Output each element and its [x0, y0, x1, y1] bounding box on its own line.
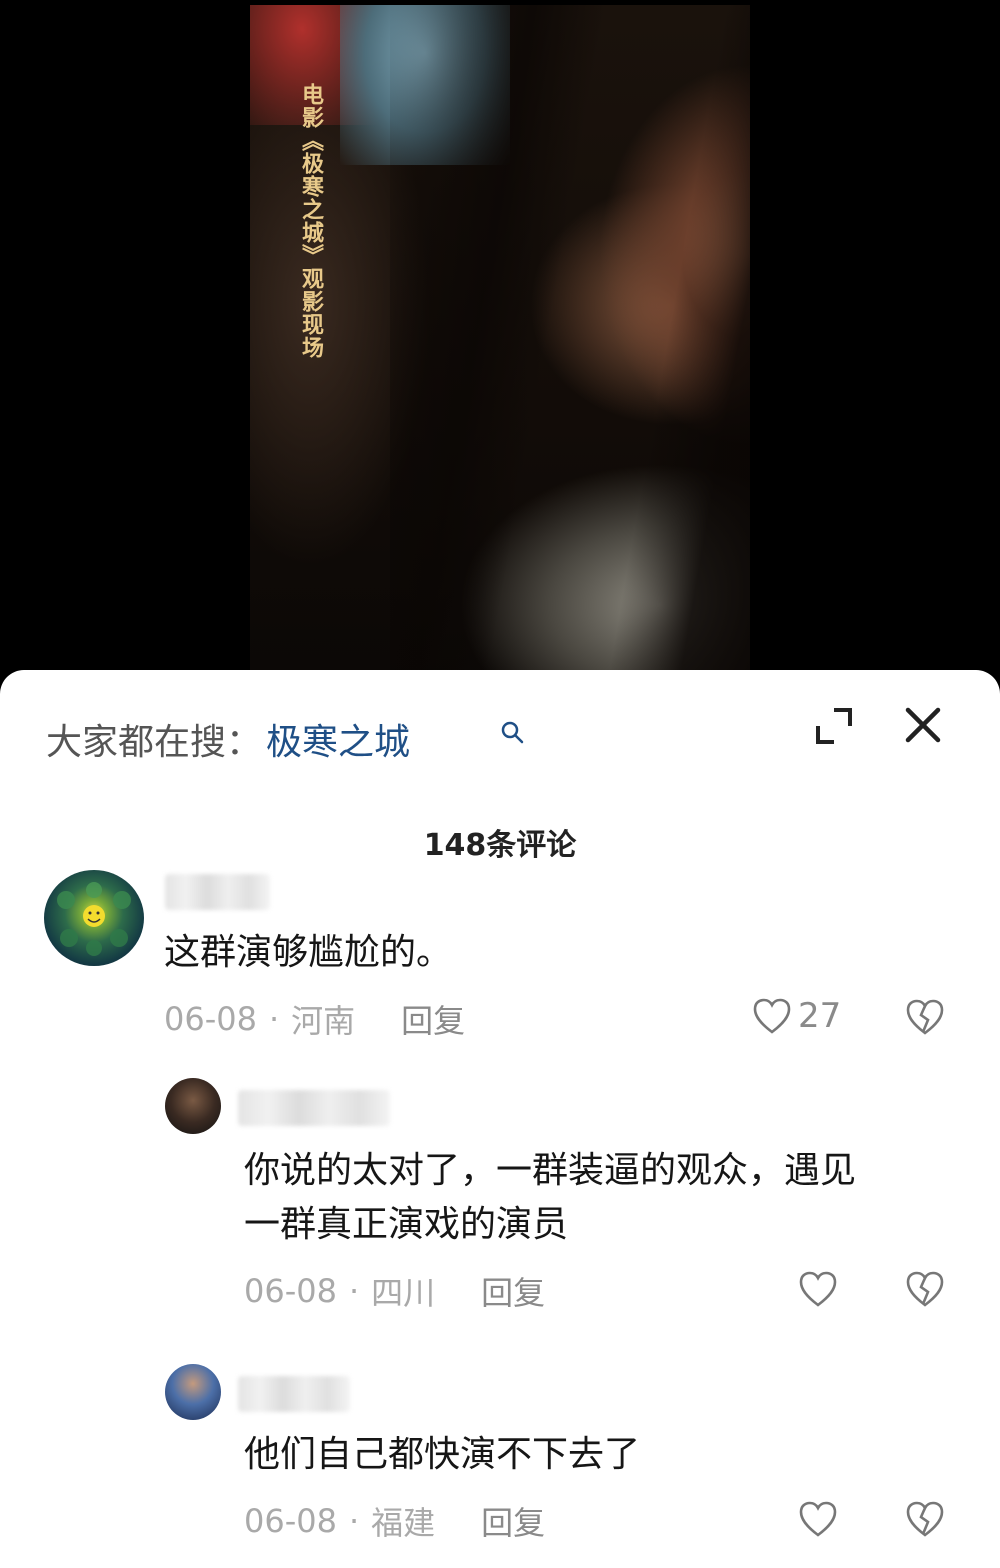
heart-icon [753, 998, 791, 1034]
video-shading [390, 5, 750, 690]
like-button[interactable]: 27 [752, 996, 841, 1036]
comment-date: 06-08 [164, 1000, 257, 1038]
comment-text: 这群演够尴尬的。 [164, 932, 453, 973]
like-button[interactable] [798, 1270, 838, 1308]
comment-count: 148条评论 [423, 828, 577, 863]
broken-heart-icon[interactable] [905, 1270, 945, 1308]
comment-location: 福建 [371, 1504, 436, 1542]
comment-date: 06-08 [244, 1502, 337, 1540]
reply-button[interactable]: 回复 [401, 996, 465, 1042]
video-frame[interactable]: 电影《极寒之城》观影现场 [250, 5, 750, 690]
comment-text: 他们自己都快演不下去了 [244, 1434, 641, 1475]
comment-meta: 06-08 · 福建 回复 [244, 1498, 545, 1544]
comment-meta: 06-08 · 四川 回复 [244, 1268, 545, 1314]
comment-sheet: 大家都在搜： 极寒之城 148条评论 这群演够尴尬的。 06-08 · 河南 回… [0, 670, 1000, 1568]
meta-separator: · [348, 1272, 360, 1310]
comment-text-line2: 一群真正演戏的演员 [244, 1204, 569, 1245]
comment-location: 四川 [371, 1274, 436, 1312]
heart-icon [799, 1271, 837, 1307]
reply-item: 他们自己都快演不下去了 06-08 · 福建 回复 [0, 1364, 1000, 1564]
comment-location: 河南 [291, 1002, 356, 1040]
comment-date: 06-08 [244, 1272, 337, 1310]
comment-text-line1: 你说的太对了，一群装逼的观众，遇见 [244, 1150, 857, 1191]
reply-item: 你说的太对了，一群装逼的观众，遇见 一群真正演戏的演员 06-08 · 四川 回… [0, 1078, 1000, 1318]
broken-heart-icon[interactable] [905, 1500, 945, 1538]
search-icon[interactable] [500, 720, 526, 746]
comment-item: 这群演够尴尬的。 06-08 · 河南 回复 27 [0, 870, 1000, 1050]
smiley-icon [57, 882, 131, 956]
comment-meta: 06-08 · 河南 回复 [164, 996, 465, 1042]
avatar[interactable] [165, 1364, 221, 1420]
reply-button[interactable]: 回复 [481, 1268, 545, 1314]
video-caption: 电影《极寒之城》观影现场 [298, 83, 323, 359]
like-count: 27 [798, 996, 842, 1036]
username[interactable] [165, 874, 270, 910]
like-button[interactable] [798, 1500, 838, 1538]
trending-search[interactable]: 大家都在搜： 极寒之城 [46, 713, 524, 765]
trending-search-prefix: 大家都在搜： [46, 722, 263, 763]
video-player[interactable]: 电影《极寒之城》观影现场 [0, 0, 1000, 690]
meta-separator: · [268, 1000, 280, 1038]
avatar[interactable] [44, 870, 144, 966]
username[interactable] [238, 1376, 350, 1412]
heart-icon [799, 1501, 837, 1537]
broken-heart-icon[interactable] [905, 998, 945, 1036]
avatar[interactable] [165, 1078, 221, 1134]
trending-search-term[interactable]: 极寒之城 [266, 713, 410, 765]
meta-separator: · [348, 1502, 360, 1540]
username[interactable] [238, 1090, 390, 1126]
close-icon[interactable] [902, 704, 944, 746]
expand-icon[interactable] [814, 706, 854, 746]
reply-button[interactable]: 回复 [481, 1498, 545, 1544]
